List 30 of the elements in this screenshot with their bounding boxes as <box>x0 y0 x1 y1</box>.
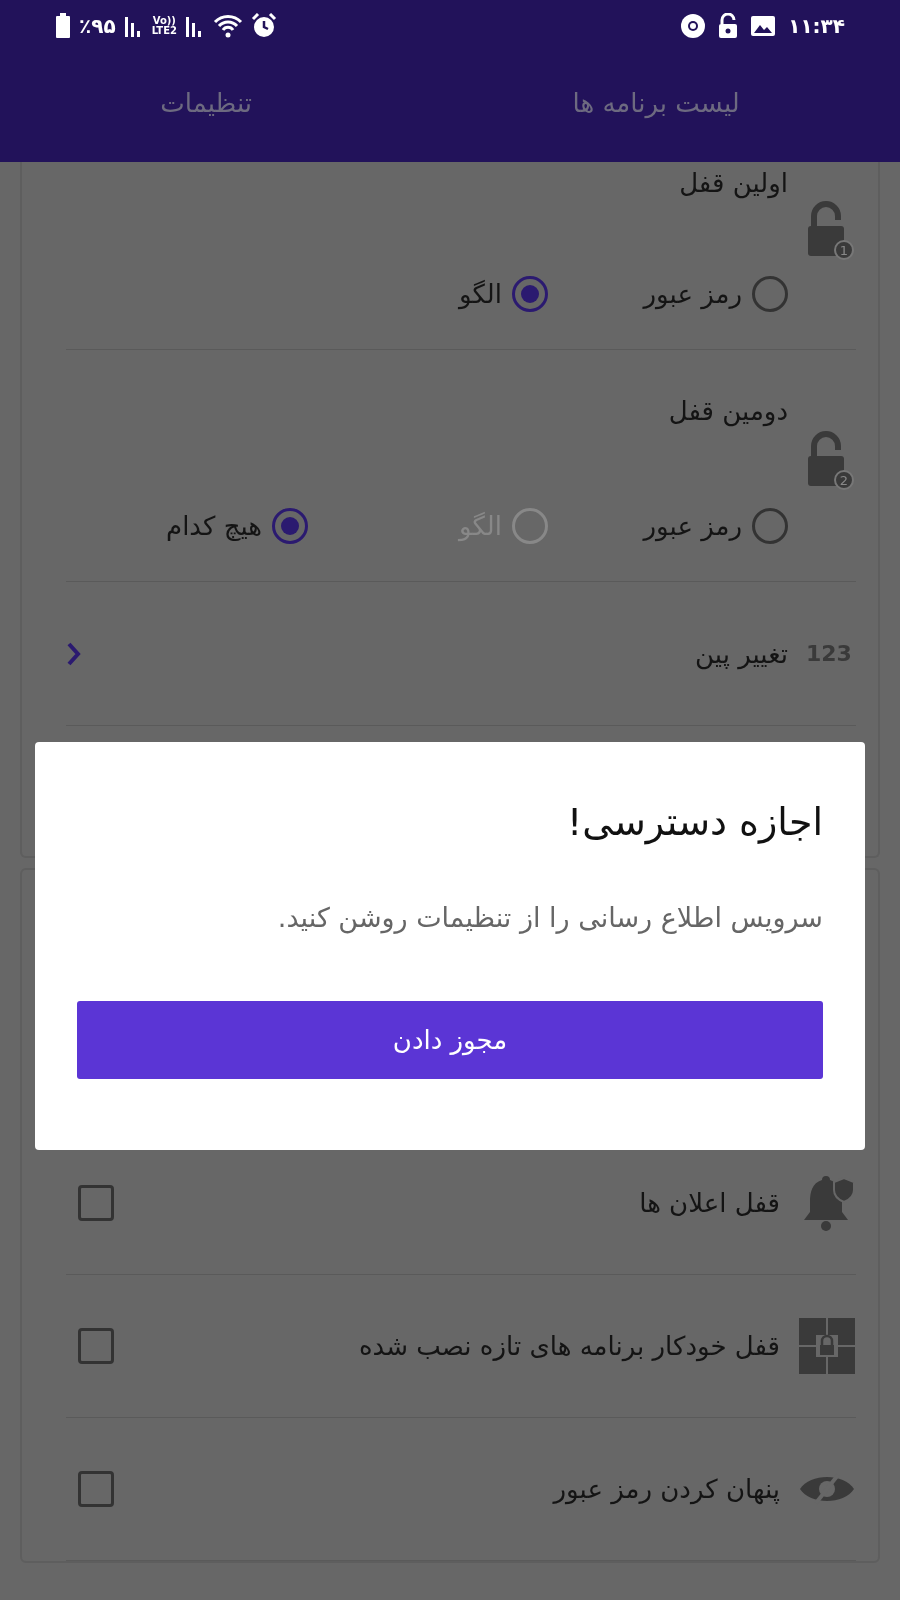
row-label: تغییر پین <box>694 638 788 669</box>
network-label: LTE2 <box>151 26 177 36</box>
battery-percent: ٪۹۵ <box>79 14 116 38</box>
wifi-icon <box>212 14 243 38</box>
option-label: قفل اعلان ها <box>638 1188 780 1218</box>
alarm-icon <box>250 13 277 39</box>
tab[interactable]: لیست برنامه ها <box>556 80 756 126</box>
tab[interactable]: تنظیمات <box>144 80 268 126</box>
radio-option[interactable]: الگو <box>308 276 548 312</box>
dialog-message: سرویس اطلاع رسانی را از تنظیمات روشن کنید. <box>276 902 823 933</box>
section-title: اولین قفل <box>678 168 788 201</box>
network-label: Vo)) <box>152 16 176 26</box>
padlock-puzzle-icon <box>798 1317 856 1375</box>
image-icon <box>750 15 777 37</box>
browser-icon <box>680 13 707 39</box>
clock-time: ۱۱:۳۴ <box>788 14 845 38</box>
grant-permission-button[interactable]: مجوز دادن <box>77 1001 823 1079</box>
radio-option[interactable]: رمز عبور <box>548 508 788 544</box>
checkbox[interactable] <box>78 1328 114 1364</box>
radio-option[interactable]: رمز عبور <box>548 276 788 312</box>
option-label: پنهان کردن رمز عبور <box>551 1474 780 1504</box>
option-label: قفل خودکار برنامه های تازه نصب شده <box>357 1331 780 1361</box>
checkbox[interactable] <box>78 1185 114 1221</box>
dialog-title: اجازه دسترسی! <box>566 800 823 844</box>
section-title: دومین قفل <box>667 396 788 429</box>
lock-icon <box>718 13 739 39</box>
battery-icon <box>55 13 71 39</box>
chevron-icon <box>66 640 82 667</box>
checkbox[interactable] <box>78 1471 114 1507</box>
radio-option[interactable]: هیچ کدام <box>68 508 308 544</box>
